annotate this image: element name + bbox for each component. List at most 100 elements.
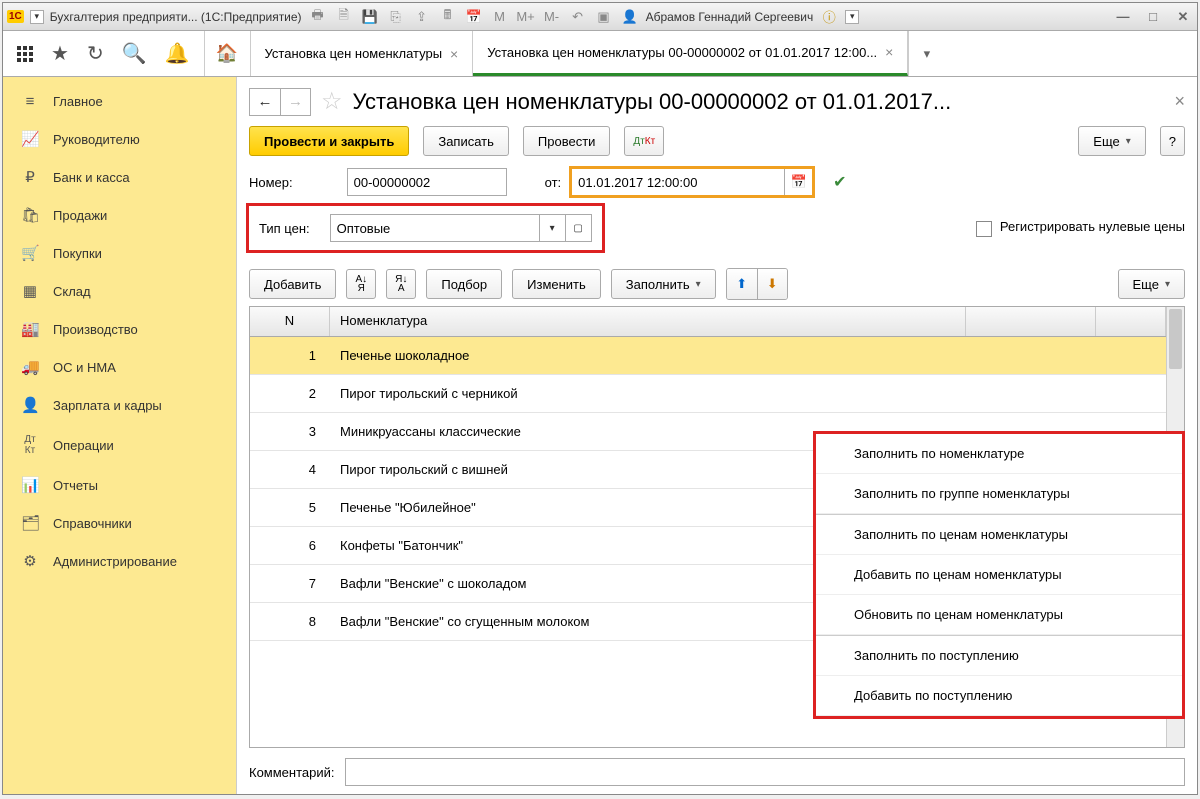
- sidebar-item-production[interactable]: 🏭Производство: [3, 310, 236, 348]
- pick-button[interactable]: Подбор: [426, 269, 502, 299]
- close-window-button[interactable]: ✕: [1173, 7, 1193, 27]
- dtkt-button[interactable]: ДтКт: [624, 126, 664, 156]
- compare-icon[interactable]: ⎘: [386, 7, 406, 27]
- notifications-icon[interactable]: 🔔: [165, 41, 190, 66]
- sidebar-item-reports[interactable]: 📊Отчеты: [3, 466, 236, 504]
- cell-name: Печенье шоколадное: [330, 348, 966, 363]
- post-and-close-button[interactable]: Провести и закрыть: [249, 126, 409, 156]
- print-icon[interactable]: 🖶: [308, 7, 328, 27]
- post-button[interactable]: Провести: [523, 126, 611, 156]
- sidebar-item-hr[interactable]: 👤Зарплата и кадры: [3, 386, 236, 424]
- nav-back-button[interactable]: ←: [250, 89, 280, 115]
- pricetype-open-icon[interactable]: ▢: [566, 214, 592, 242]
- app-menu-dropdown[interactable]: ▾: [30, 10, 44, 24]
- bars-icon: 📊: [21, 476, 39, 494]
- number-field[interactable]: 00-00000002: [347, 168, 507, 196]
- tab-doc-new[interactable]: Установка цен номенклатуры ×: [251, 31, 474, 76]
- save-icon[interactable]: 💾: [360, 7, 380, 27]
- search-icon[interactable]: 🔍: [122, 41, 147, 66]
- sort-desc-button[interactable]: Я↓А: [386, 269, 416, 299]
- cell-n: 5: [250, 500, 330, 515]
- save-button[interactable]: Записать: [423, 126, 509, 156]
- app-title: Бухгалтерия предприяти... (1С:Предприяти…: [50, 10, 302, 24]
- minimize-button[interactable]: —: [1113, 7, 1133, 27]
- calculator-icon[interactable]: 🖩: [438, 7, 458, 27]
- sidebar-item-catalogs[interactable]: 🗂Справочники: [3, 504, 236, 542]
- sections-grid-icon[interactable]: [17, 46, 33, 62]
- fill-button[interactable]: Заполнить▾: [611, 269, 716, 299]
- nav-forward-button[interactable]: →: [280, 89, 310, 115]
- add-by-prices[interactable]: Добавить по ценам номенклатуры: [816, 555, 1182, 595]
- current-user: Абрамов Геннадий Сергеевич: [646, 10, 814, 24]
- sidebar-item-bank[interactable]: ₽Банк и касса: [3, 158, 236, 196]
- tab-doc-current[interactable]: Установка цен номенклатуры 00-00000002 о…: [473, 31, 908, 76]
- home-button[interactable]: 🏠: [205, 31, 251, 76]
- sidebar-item-manager[interactable]: 📈Руководителю: [3, 120, 236, 158]
- sidebar-item-operations[interactable]: ДтКтОперации: [3, 424, 236, 466]
- info-icon[interactable]: ⓘ: [819, 7, 839, 27]
- navigation-sidebar: ≡Главное 📈Руководителю ₽Банк и касса 🛍Пр…: [3, 77, 237, 794]
- user-icon[interactable]: 👤: [620, 7, 640, 27]
- sidebar-item-admin[interactable]: ⚙Администрирование: [3, 542, 236, 580]
- tab-close-icon[interactable]: ×: [885, 44, 893, 60]
- sidebar-item-purchases[interactable]: 🛒Покупки: [3, 234, 236, 272]
- favorites-icon[interactable]: ★: [51, 41, 69, 66]
- table-row[interactable]: 1Печенье шоколадное: [250, 337, 1166, 375]
- col-header-currency[interactable]: [1096, 307, 1166, 336]
- pricetype-label: Тип цен:: [259, 221, 310, 236]
- update-by-prices[interactable]: Обновить по ценам номенклатуры: [816, 595, 1182, 635]
- status-ok-icon: ✔: [833, 172, 846, 192]
- favorite-star-icon[interactable]: ☆: [321, 87, 343, 116]
- back-icon[interactable]: ↶: [568, 7, 588, 27]
- maximize-button[interactable]: □: [1143, 7, 1163, 27]
- memory-mminus-icon[interactable]: M-: [542, 7, 562, 27]
- chart-icon: 📈: [21, 130, 39, 148]
- comment-field[interactable]: [345, 758, 1186, 786]
- info-dropdown[interactable]: ▾: [845, 10, 859, 24]
- price-type-group: Тип цен: Оптовые ▾ ▢: [249, 206, 602, 250]
- cell-n: 1: [250, 348, 330, 363]
- cell-n: 8: [250, 614, 330, 629]
- change-button[interactable]: Изменить: [512, 269, 601, 299]
- date-field[interactable]: 01.01.2017 12:00:00: [571, 168, 785, 196]
- calendar-icon[interactable]: 📅: [464, 7, 484, 27]
- preview-icon[interactable]: 🗎: [334, 7, 354, 27]
- export-icon[interactable]: ⇪: [412, 7, 432, 27]
- add-row-button[interactable]: Добавить: [249, 269, 336, 299]
- move-down-button[interactable]: ⬇: [757, 269, 787, 299]
- col-header-name[interactable]: Номенклатура: [330, 307, 966, 336]
- fill-by-item[interactable]: Заполнить по номенклатуре: [816, 434, 1182, 474]
- truck-icon: 🚚: [21, 358, 39, 376]
- pricetype-field[interactable]: Оптовые: [330, 214, 540, 242]
- table-more-button[interactable]: Еще▾: [1118, 269, 1185, 299]
- memory-m-icon[interactable]: M: [490, 7, 510, 27]
- sidebar-item-sales[interactable]: 🛍Продажи: [3, 196, 236, 234]
- col-header-price[interactable]: [966, 307, 1096, 336]
- more-actions-button[interactable]: Еще▾: [1078, 126, 1145, 156]
- fill-by-group[interactable]: Заполнить по группе номенклатуры: [816, 474, 1182, 514]
- bag-icon: 🛍: [21, 206, 39, 224]
- table-header: N Номенклатура: [250, 307, 1166, 337]
- register-zero-checkbox[interactable]: [976, 221, 992, 237]
- memory-mplus-icon[interactable]: M+: [516, 7, 536, 27]
- tabs-overflow-icon[interactable]: ▾: [908, 31, 944, 76]
- sort-asc-button[interactable]: А↓Я: [346, 269, 376, 299]
- cart-icon: 🛒: [21, 244, 39, 262]
- sidebar-item-warehouse[interactable]: ▦Склад: [3, 272, 236, 310]
- calendar-picker-icon[interactable]: 📅: [785, 168, 813, 196]
- history-icon[interactable]: ↻: [87, 41, 104, 66]
- fill-by-receipt[interactable]: Заполнить по поступлению: [816, 635, 1182, 676]
- col-header-n[interactable]: N: [250, 307, 330, 336]
- sidebar-item-assets[interactable]: 🚚ОС и НМА: [3, 348, 236, 386]
- window-list-icon[interactable]: ▣: [594, 7, 614, 27]
- add-by-receipt[interactable]: Добавить по поступлению: [816, 676, 1182, 716]
- help-button[interactable]: ?: [1160, 126, 1185, 156]
- tab-close-icon[interactable]: ×: [450, 46, 458, 62]
- fill-by-prices[interactable]: Заполнить по ценам номенклатуры: [816, 514, 1182, 555]
- table-row[interactable]: 2Пирог тирольский с черникой: [250, 375, 1166, 413]
- move-up-button[interactable]: ⬆: [727, 269, 757, 299]
- form-close-button[interactable]: ×: [1174, 91, 1185, 112]
- pricetype-dropdown-icon[interactable]: ▾: [540, 214, 566, 242]
- sidebar-item-main[interactable]: ≡Главное: [3, 83, 236, 120]
- document-title: Установка цен номенклатуры 00-00000002 о…: [353, 89, 1165, 115]
